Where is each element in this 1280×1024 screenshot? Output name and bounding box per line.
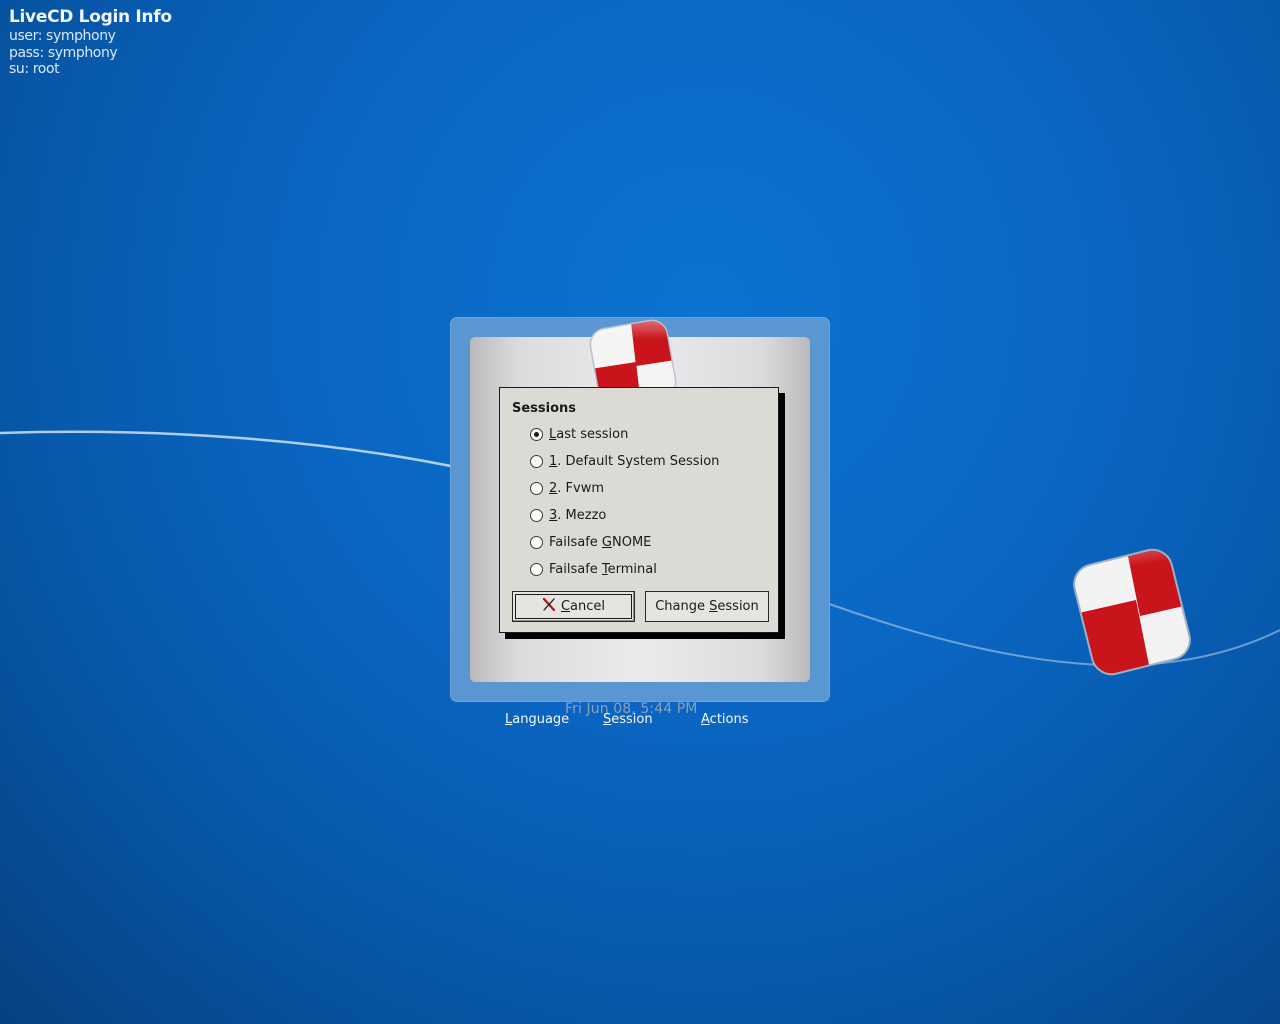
cancel-button[interactable]: Cancel (512, 591, 635, 622)
login-info-su: su: root (9, 61, 60, 77)
change-session-button-label: Change Session (655, 599, 759, 614)
session-option-mezzo[interactable]: 3. Mezzo (530, 506, 606, 524)
symphony-desktop-logo-icon (1069, 545, 1195, 679)
session-option-label: Failsafe GNOME (549, 534, 652, 550)
session-option-fvwm[interactable]: 2. Fvwm (530, 479, 604, 497)
sessions-dialog: Sessions Last session 1. Default System … (499, 387, 779, 633)
login-info-user: user: symphony (9, 28, 116, 44)
login-info-title: LiveCD Login Info (9, 7, 172, 27)
session-option-label: 2. Fvwm (549, 480, 605, 496)
livecd-login-info: LiveCD Login Info user: symphony pass: s… (9, 6, 172, 78)
session-option-label: 1. Default System Session (549, 453, 720, 469)
radio-icon[interactable] (530, 535, 543, 549)
login-info-pass: pass: symphony (9, 44, 118, 61)
session-option-default-system[interactable]: 1. Default System Session (530, 452, 719, 470)
radio-checked-icon[interactable] (530, 427, 543, 441)
session-option-failsafe-terminal[interactable]: Failsafe Terminal (530, 560, 657, 578)
sessions-dialog-title: Sessions (512, 401, 577, 416)
actions-menu[interactable]: Actions (701, 712, 749, 727)
cancel-button-label: Cancel (560, 599, 606, 614)
session-option-label: Last session (549, 426, 629, 442)
language-menu[interactable]: Language (505, 712, 569, 727)
cancel-x-icon (542, 597, 556, 615)
session-option-label: Failsafe Terminal (549, 561, 657, 577)
session-menu[interactable]: Session (603, 712, 653, 727)
symphony-logo-icon (587, 317, 679, 392)
radio-icon[interactable] (530, 481, 543, 495)
session-option-failsafe-gnome[interactable]: Failsafe GNOME (530, 533, 651, 551)
session-option-last[interactable]: Last session (530, 425, 628, 443)
radio-icon[interactable] (530, 454, 543, 468)
change-session-button[interactable]: Change Session (645, 591, 769, 622)
radio-icon[interactable] (530, 562, 543, 576)
radio-icon[interactable] (530, 508, 543, 522)
session-option-label: 3. Mezzo (549, 507, 607, 523)
